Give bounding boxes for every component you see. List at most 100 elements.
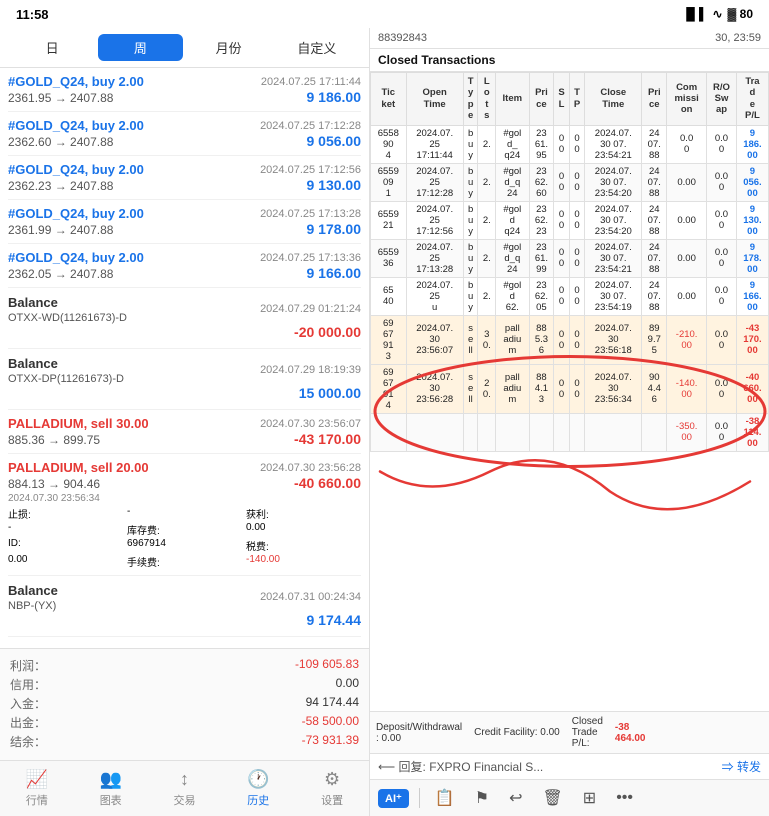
tx-date: 2024.07.25 17:11:44 (261, 76, 361, 88)
cell-sl: 00 (554, 364, 569, 413)
credit-value: 0.00 (336, 676, 359, 693)
cell-sl: 00 (554, 315, 569, 364)
cell-type: sell (463, 364, 478, 413)
detail-value: -140.00 (246, 554, 361, 569)
cell-type: buy (463, 277, 478, 315)
cell-opentime: 2024.07.2517:13:28 (406, 239, 463, 277)
cell-swap: 0.00 (707, 125, 737, 163)
tx-prices: 2362.05 → 2407.88 (8, 267, 113, 281)
flag-button[interactable]: ⚑ (470, 785, 494, 811)
more-button[interactable]: ••• (611, 786, 638, 810)
status-icons: ▐▌▌ ∿ ▓ 80 (682, 7, 753, 21)
detail-label: 税费: (246, 538, 361, 553)
cell-closeprice: 2407.88 (642, 277, 667, 315)
nav-market[interactable]: 📈 行情 (0, 761, 74, 816)
tx-amount: -20 000.00 (294, 324, 361, 340)
forward-button[interactable]: ⇒ 转发 (722, 758, 761, 775)
ai-button[interactable]: AI⁺ (378, 789, 409, 808)
trade-icon: ↕ (180, 769, 189, 790)
closed-transactions-table-container: Ticket OpenTime Type Lots Item Price SL … (370, 72, 769, 711)
cell-closetime: 2024.07.30 07.23:54:20 (585, 201, 642, 239)
copy-button[interactable]: 📋 (430, 785, 460, 811)
separator (419, 788, 420, 808)
delete-button[interactable]: 🗑 (537, 785, 567, 811)
tab-day[interactable]: 日 (10, 34, 94, 61)
nav-market-label: 行情 (26, 792, 48, 808)
cell-closetime (585, 413, 642, 451)
cell-item: palladium (496, 315, 529, 364)
nav-chart[interactable]: 👥 图表 (74, 761, 148, 816)
tx-subtitle: OTXX-DP(11261673)-D (8, 373, 124, 385)
main-area: 日 周 月份 自定义 #GOLD_Q24, buy 2.00 2024.07.2… (0, 28, 769, 816)
cell-closeprice: 2407.88 (642, 239, 667, 277)
deposit-withdrawal-label: Deposit/Withdrawal : 0.00 (376, 722, 462, 744)
nav-trade[interactable]: ↕ 交易 (148, 761, 222, 816)
chart-icon: 👥 (99, 769, 121, 790)
cell-tp: 00 (569, 277, 584, 315)
cell-closetime: 2024.07.3023:56:34 (585, 364, 642, 413)
tab-week[interactable]: 周 (98, 34, 182, 61)
list-item: #GOLD_Q24, buy 2.00 2024.07.25 17:13:28 … (8, 200, 361, 244)
cell-commission: 0.00 (667, 125, 707, 163)
tx-prices: 2362.23 → 2407.88 (8, 179, 113, 193)
cell-pl: 9186.00 (736, 125, 768, 163)
detail-label: 手续费: (127, 554, 242, 569)
cell-sl: 00 (554, 163, 569, 201)
cell-opentime: 2024.07.3023:56:28 (406, 364, 463, 413)
transactions-list: #GOLD_Q24, buy 2.00 2024.07.25 17:11:44 … (0, 68, 369, 648)
table-row: 6558904 2024.07.2517:11:44 buy 2. #gold_… (371, 125, 769, 163)
cell-opentime (406, 413, 463, 451)
cell-closetime: 2024.07.30 07.23:54:19 (585, 277, 642, 315)
tx-detail-date: 2024.07.30 23:56:34 (8, 493, 361, 504)
tab-month[interactable]: 月份 (187, 34, 271, 61)
cell-opentime: 2024.07.25u (406, 277, 463, 315)
tx-title: Balance (8, 356, 58, 371)
cell-sl: 00 (554, 239, 569, 277)
profit-label: 利润： (10, 657, 46, 674)
cell-sl: 00 (554, 201, 569, 239)
col-pl: TradeP/L (736, 73, 768, 126)
cell-sl: 00 (554, 277, 569, 315)
cell-closetime: 2024.07.30 07.23:54:21 (585, 239, 642, 277)
cell-sl: 00 (554, 125, 569, 163)
cell-tp: 00 (569, 315, 584, 364)
cell-ticket: 6967913 (371, 315, 407, 364)
reply-button[interactable]: ↩ (504, 785, 527, 811)
closed-pl-value: -38 464.00 (615, 722, 646, 744)
col-type: Type (463, 73, 478, 126)
tx-date: 2024.07.30 23:56:28 (260, 462, 361, 474)
cell-tp (569, 413, 584, 451)
cell-closeprice: 2407.88 (642, 163, 667, 201)
closed-table: Ticket OpenTime Type Lots Item Price SL … (370, 72, 769, 452)
reply-text[interactable]: ⟵ 回复: FXPRO Financial S... (378, 758, 714, 775)
battery-icon: ▓ 80 (728, 7, 753, 21)
col-closetime: CloseTime (585, 73, 642, 126)
cell-pl: 9166.00 (736, 277, 768, 315)
nav-history[interactable]: 🕐 历史 (221, 761, 295, 816)
tx-title: #GOLD_Q24, buy 2.00 (8, 250, 144, 265)
deposit-value: 94 174.44 (306, 695, 359, 712)
tx-date: 2024.07.29 18:19:39 (260, 364, 361, 376)
table-row: -350.00 0.00 -38114.00 (371, 413, 769, 451)
cell-closetime: 2024.07.3023:56:18 (585, 315, 642, 364)
list-item: Balance OTXX-DP(11261673)-D 2024.07.29 1… (8, 349, 361, 410)
cell-item: #gold62. (496, 277, 529, 315)
tab-custom[interactable]: 自定义 (275, 34, 359, 61)
deposit-label: 入金： (10, 695, 46, 712)
credit-facility-label: Credit Facility: 0.00 (474, 727, 560, 738)
cell-swap: 0.00 (707, 239, 737, 277)
cell-lots: 2. (478, 277, 496, 315)
nav-settings[interactable]: ⚙ 设置 (295, 761, 369, 816)
cell-closeprice (642, 413, 667, 451)
nav-trade-label: 交易 (173, 792, 195, 808)
cell-closeprice: 2407.88 (642, 125, 667, 163)
cell-item: #gold_q24 (496, 163, 529, 201)
detail-label: 获利: (246, 506, 361, 521)
balance-value: -73 931.39 (302, 733, 359, 750)
cell-ticket: 655921 (371, 201, 407, 239)
cell-type: buy (463, 125, 478, 163)
cell-price (529, 413, 554, 451)
grid-button[interactable]: ⊞ (578, 785, 601, 811)
cell-price: 2361.99 (529, 239, 554, 277)
list-item: PALLADIUM, sell 30.00 2024.07.30 23:56:0… (8, 410, 361, 454)
